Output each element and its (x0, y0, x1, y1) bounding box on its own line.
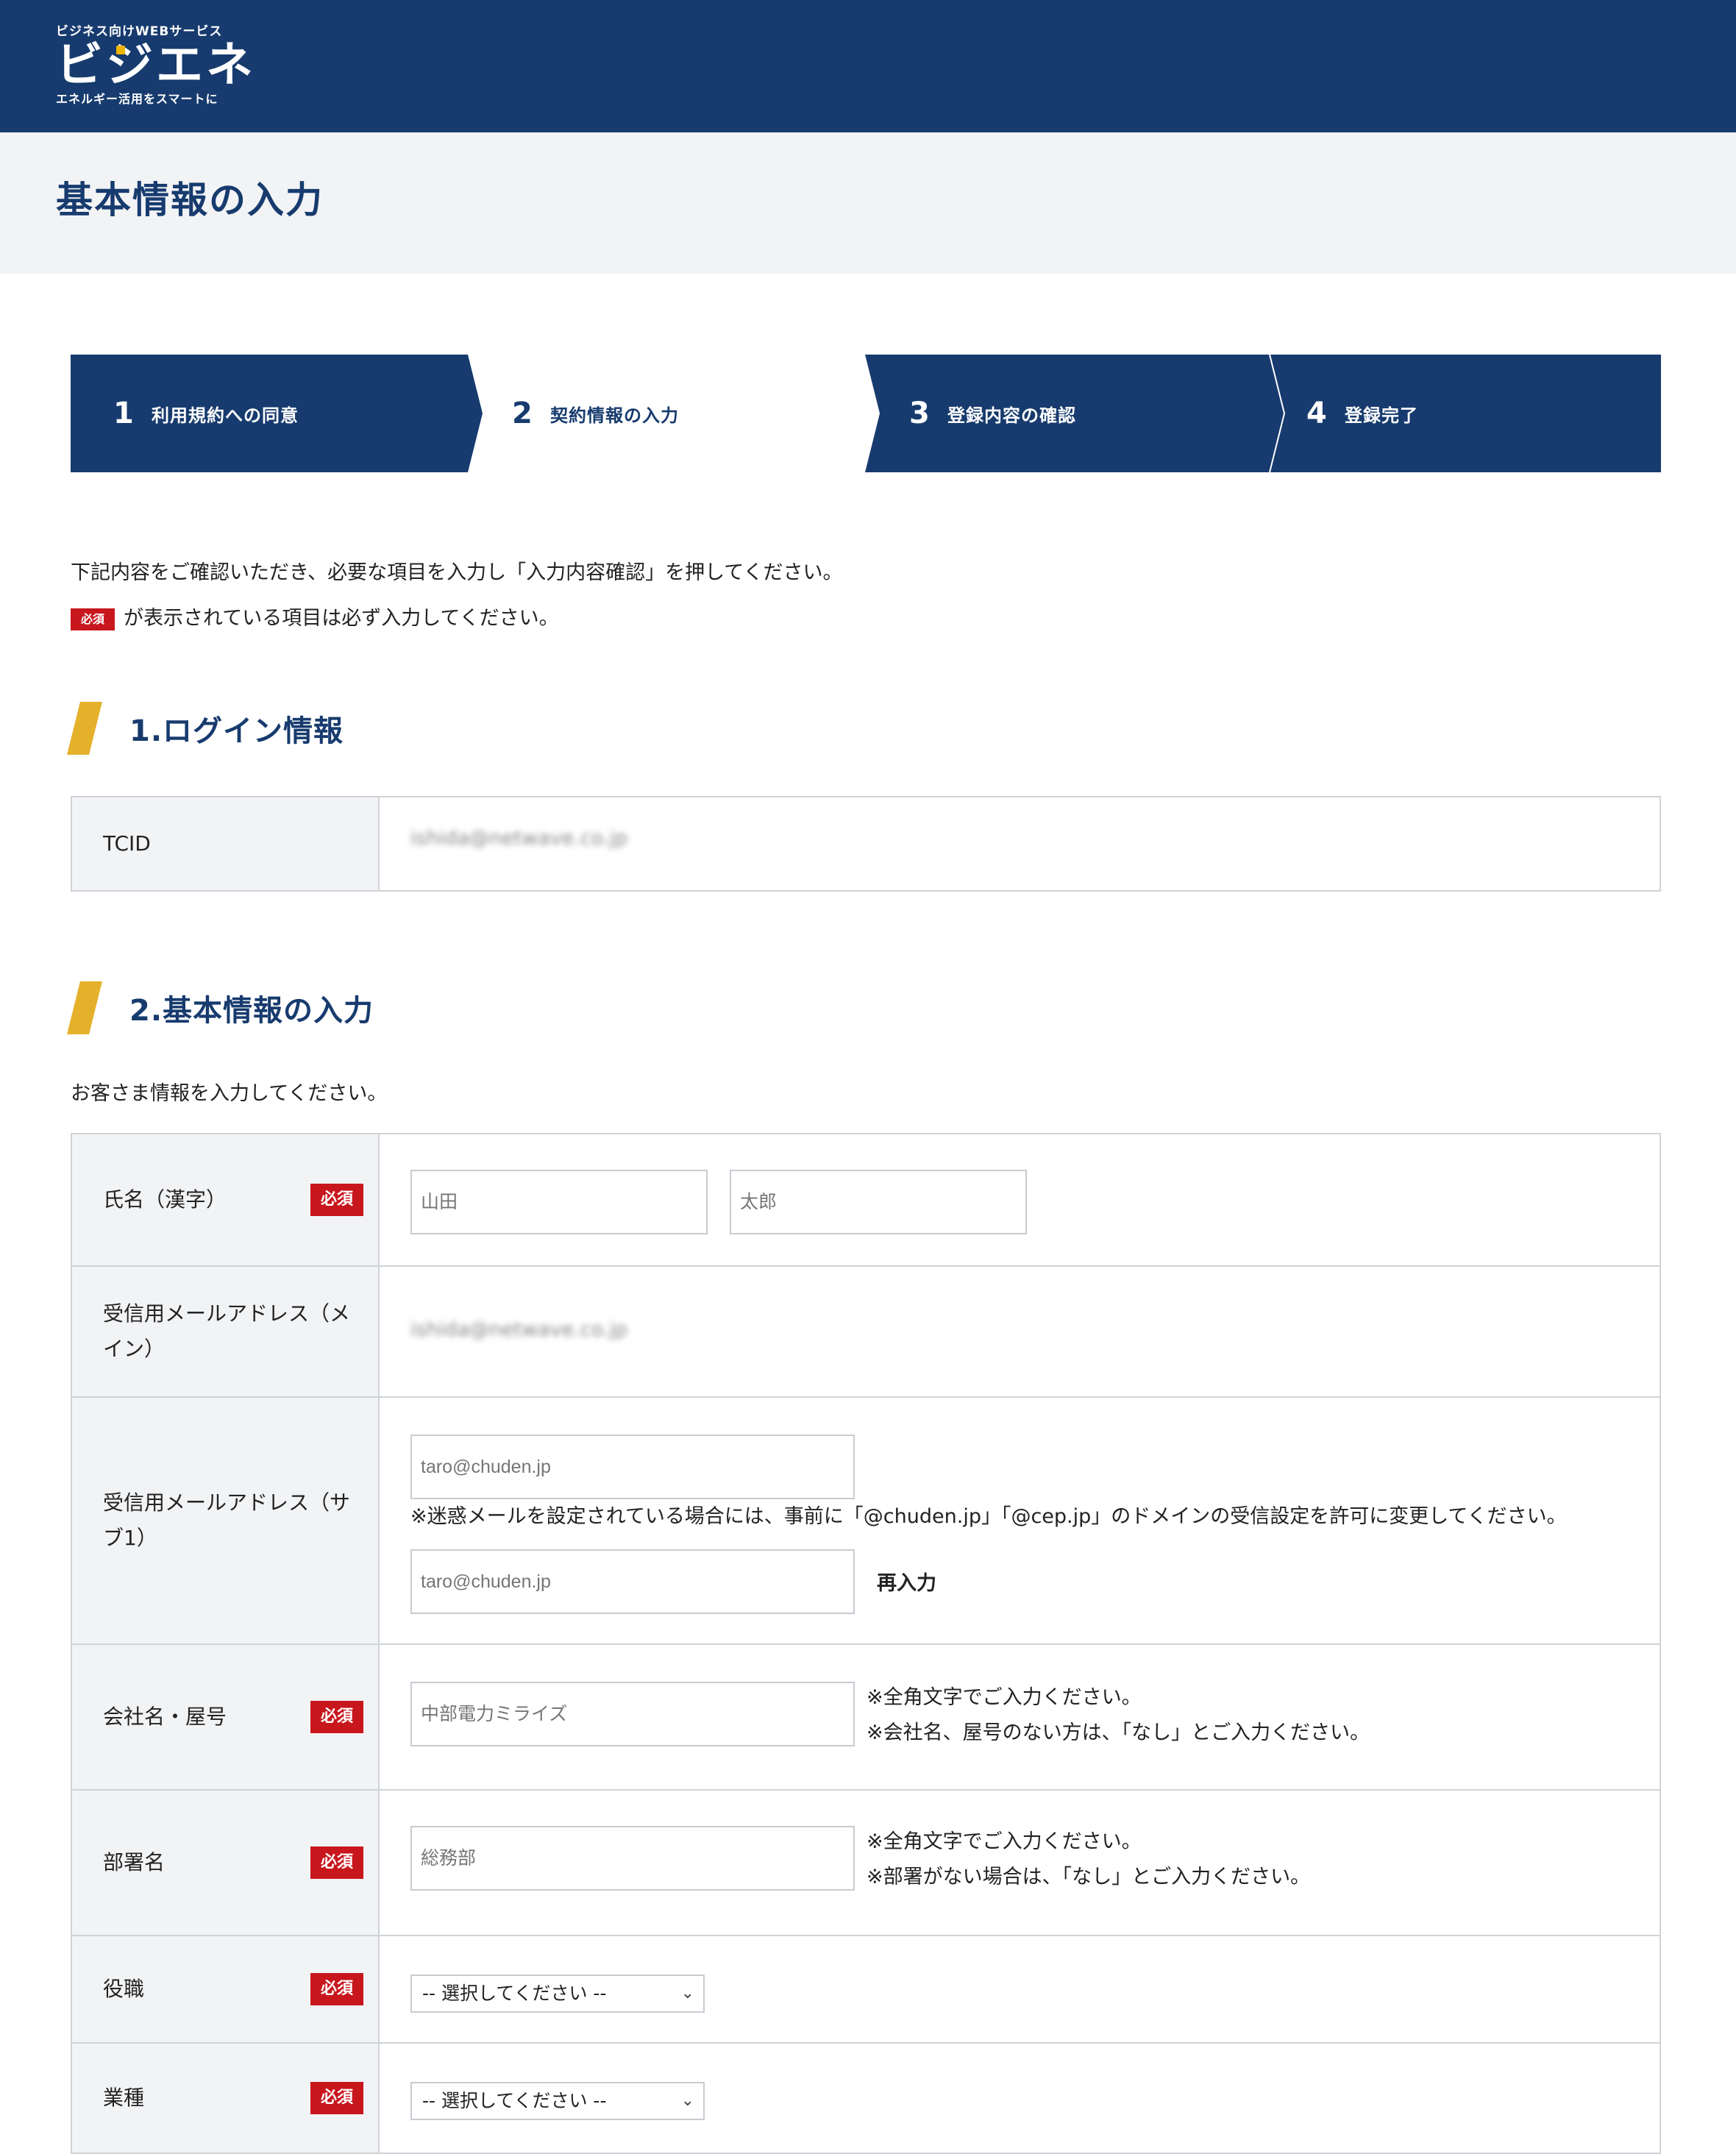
logo-wordmark: ビジエネ (56, 38, 256, 93)
email-main-label: 受信用メールアドレス（メ イン） (72, 1267, 380, 1396)
login-info-table: TCID ishida@netwave.co.jp (71, 796, 1661, 892)
tcid-value-cell: ishida@netwave.co.jp (380, 797, 1659, 890)
logo-tagline-top: ビジネス向けWEBサービス (56, 24, 223, 39)
heading-accent-bar (67, 702, 102, 755)
industry-label: 業種 必須 (72, 2044, 380, 2153)
company-note: ※全角文字でご入力ください。 ※会社名、屋号のない方は、「なし」とご入力ください… (867, 1686, 1370, 1744)
basic-info-table: 氏名（漢字） 必須 受信用メールアドレス（メイン） ishida@netwave… (71, 1133, 1661, 2154)
section-description: お客さま情報を入力してください。 (71, 1082, 388, 1105)
logo-tagline-bottom: エネルギー活用をスマートに (56, 92, 218, 106)
tcid-label: TCID (72, 797, 380, 890)
tcid-value: ishida@netwave.co.jp (410, 827, 628, 850)
reinput-label: 再入力 (877, 1572, 936, 1595)
email-main-value: ishida@netwave.co.jp (410, 1318, 628, 1341)
department-label: 部署名 必須 (72, 1791, 380, 1935)
position-row: 役職 必須 -- 選択してください -- ⌄ (72, 1936, 1659, 2044)
page-title: 基本情報の入力 (56, 179, 324, 221)
section-heading-basic: 2.基本情報の入力 (67, 981, 374, 1034)
intro-line-1: 下記内容をご確認いただき、必要な項目を入力し「入力内容確認」を押してください。 (71, 561, 843, 584)
last-name-input[interactable] (410, 1170, 708, 1234)
logo-dot-icon (116, 46, 125, 54)
chevron-down-icon: ⌄ (680, 1984, 694, 2002)
email-sub-input[interactable] (410, 1435, 855, 1499)
required-badge: 必須 (71, 608, 115, 630)
required-badge: 必須 (310, 1701, 363, 1733)
industry-select[interactable]: -- 選択してください -- ⌄ (410, 2082, 705, 2120)
email-sub-note: ※迷惑メールを設定されている場合には、事前に「@chuden.jp」「@cep.… (410, 1505, 1567, 1528)
department-row: 部署名 必須 ※全角文字でご入力ください。 ※部署がない場合は、「なし」とご入力… (72, 1791, 1659, 1936)
position-label: 役職 必須 (72, 1936, 380, 2042)
title-band: 基本情報の入力 (0, 132, 1736, 274)
required-badge: 必須 (310, 1846, 363, 1879)
position-select[interactable]: -- 選択してください -- ⌄ (410, 1974, 705, 2013)
section-heading-login: 1.ログイン情報 (67, 702, 344, 755)
progress-steps: 1 利用規約への同意 2 契約情報の入力 3 登録内容の確認 4 登録完了 (71, 355, 1661, 472)
company-label: 会社名・屋号 必須 (72, 1645, 380, 1789)
required-badge: 必須 (310, 1184, 363, 1216)
intro-line-2: 必須 が表示されている項目は必ず入力してください。 (71, 596, 843, 641)
required-badge: 必須 (310, 1973, 363, 2005)
department-input[interactable] (410, 1826, 855, 1891)
email-sub-label: 受信用メールアドレス（サ ブ1） (72, 1398, 380, 1643)
step-2-active: 2 契約情報の入力 (512, 397, 679, 430)
chevron-down-icon: ⌄ (680, 2091, 694, 2110)
industry-row: 業種 必須 -- 選択してください -- ⌄ (72, 2044, 1659, 2153)
email-sub-confirm-input[interactable] (410, 1549, 855, 1614)
email-main-row: 受信用メールアドレス（メ イン） ishida@netwave.co.jp (72, 1267, 1659, 1398)
heading-accent-bar (67, 981, 102, 1034)
tcid-row: TCID ishida@netwave.co.jp (72, 797, 1659, 890)
company-row: 会社名・屋号 必須 ※全角文字でご入力ください。 ※会社名、屋号のない方は、「な… (72, 1645, 1659, 1791)
step-1: 1 利用規約への同意 (113, 397, 299, 430)
intro-text: 下記内容をご確認いただき、必要な項目を入力し「入力内容確認」を押してください。 … (71, 550, 843, 641)
step-3: 3 登録内容の確認 (909, 397, 1076, 430)
required-badge: 必須 (310, 2082, 363, 2114)
department-note: ※全角文字でご入力ください。 ※部署がない場合は、「なし」とご入力ください。 (867, 1830, 1311, 1888)
name-label: 氏名（漢字） 必須 (72, 1134, 380, 1265)
site-header: ビジネス向けWEBサービス ビジエネ エネルギー活用をスマートに (0, 0, 1736, 132)
name-row: 氏名（漢字） 必須 (72, 1134, 1659, 1267)
email-sub-row: 受信用メールアドレス（サブ1） ※迷惑メールを設定されている場合には、事前に「@… (72, 1398, 1659, 1645)
bizene-logo[interactable]: ビジネス向けWEBサービス ビジエネ エネルギー活用をスマートに (56, 24, 256, 107)
first-name-input[interactable] (730, 1170, 1027, 1234)
company-input[interactable] (410, 1682, 855, 1746)
step-4: 4 登録完了 (1306, 397, 1418, 430)
